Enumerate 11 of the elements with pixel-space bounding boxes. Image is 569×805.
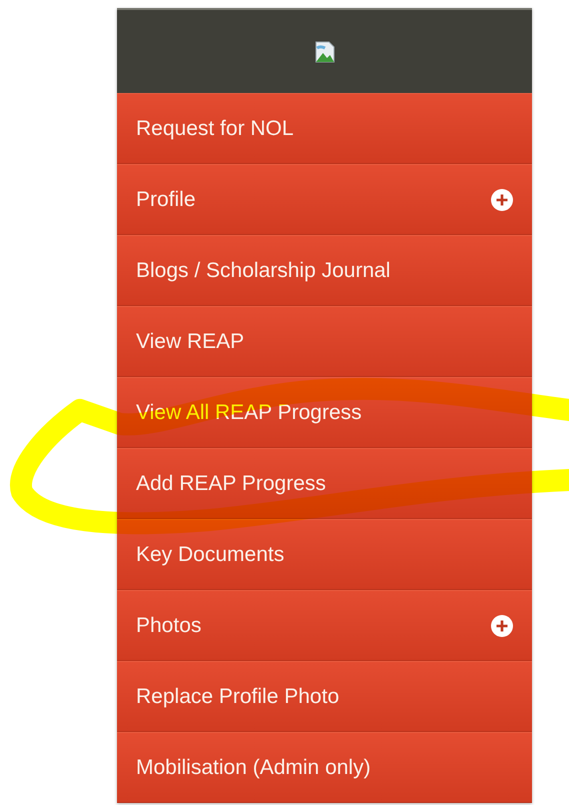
menu-item[interactable]: Mobilisation (Admin only)	[117, 732, 532, 803]
menu-item[interactable]: Request for NOL	[117, 93, 532, 164]
menu-item[interactable]: Key Documents	[117, 519, 532, 590]
menu-item[interactable]: Blogs / Scholarship Journal	[117, 235, 532, 306]
menu-item[interactable]: View REAP	[117, 306, 532, 377]
broken-image-icon	[312, 40, 336, 64]
plus-icon	[490, 188, 514, 212]
menu-item[interactable]: Photos	[117, 590, 532, 661]
plus-icon	[490, 614, 514, 638]
menu-item[interactable]: Replace Profile Photo	[117, 661, 532, 732]
menu-item[interactable]: Profile	[117, 164, 532, 235]
